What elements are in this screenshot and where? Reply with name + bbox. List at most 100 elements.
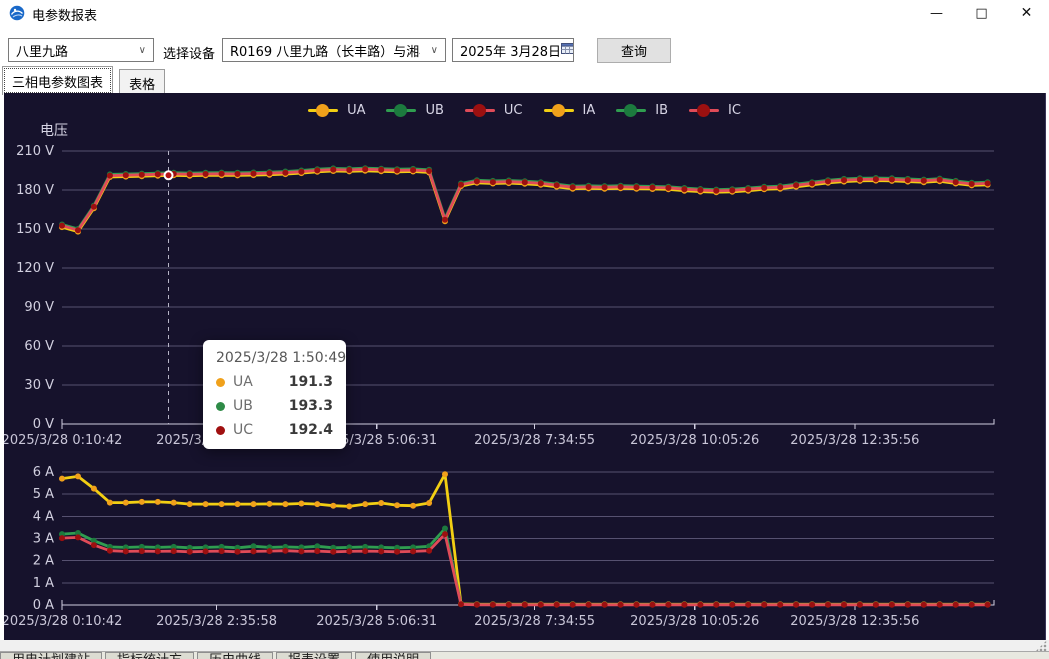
data-point [618, 184, 624, 190]
data-point [171, 500, 177, 506]
minimize-button[interactable]: — [914, 0, 959, 26]
legend-item-UB[interactable]: UB [386, 103, 443, 118]
device-select[interactable]: R0169 八里九路（长丰路）与湘桂线交 ∨ [222, 38, 446, 62]
y-tick-label: 30 V [24, 378, 54, 393]
data-point [474, 602, 480, 608]
data-point [155, 171, 161, 177]
data-point [219, 548, 225, 554]
data-point [953, 602, 959, 608]
legend-dot-icon [316, 104, 329, 117]
data-point [123, 172, 129, 178]
chevron-down-icon: ∨ [425, 45, 438, 56]
legend-item-IC[interactable]: IC [689, 103, 741, 118]
data-point [442, 531, 448, 537]
data-point [426, 548, 432, 554]
query-button[interactable]: 查询 [597, 38, 671, 63]
data-point [586, 184, 592, 190]
data-point [602, 602, 608, 608]
tooltip-timestamp: 2025/3/28 1:50:49 [216, 350, 333, 366]
data-point [123, 548, 129, 554]
station-select[interactable]: 八里九路 ∨ [8, 38, 154, 62]
legend-label: IB [655, 103, 668, 118]
data-point [91, 204, 97, 210]
data-point [298, 169, 304, 175]
chart-tooltip: 2025/3/28 1:50:49 UA191.3UB193.3UC192.4 [203, 340, 346, 449]
data-point [713, 188, 719, 194]
app-window: { "window": { "title": "电参数报表", "control… [0, 0, 1049, 658]
tab-table[interactable]: 表格 [119, 69, 165, 96]
y-tick-label: 120 V [16, 261, 54, 276]
data-point [953, 179, 959, 185]
data-point [410, 548, 416, 554]
y-tick-label: 5 A [33, 487, 54, 502]
y-tick-label: 210 V [16, 144, 54, 159]
window-controls: — □ ✕ [914, 0, 1049, 26]
legend-dot-icon [394, 104, 407, 117]
tooltip-series-label: UA [233, 374, 253, 390]
data-point [777, 602, 783, 608]
toolbar: 八里九路 ∨ 选择设备 R0169 八里九路（长丰路）与湘桂线交 ∨ 2025年… [0, 38, 1049, 66]
data-point [650, 185, 656, 191]
data-point [378, 500, 384, 506]
y-tick-label: 150 V [16, 222, 54, 237]
charts-svg[interactable]: 0 V30 V60 V90 V120 V150 V180 V210 V2025/… [4, 93, 1045, 640]
series-line-IB [62, 529, 988, 605]
tooltip-series-value: 193.3 [289, 398, 333, 414]
data-point [314, 548, 320, 554]
maximize-button[interactable]: □ [959, 0, 1004, 26]
app-icon [9, 5, 25, 25]
data-point [825, 178, 831, 184]
data-point [267, 501, 273, 507]
data-point [889, 602, 895, 608]
y-tick-label: 90 V [24, 300, 54, 315]
data-point [761, 185, 767, 191]
legend-marker-icon [544, 109, 574, 112]
tab-three-phase-chart[interactable]: 三相电参数图表 [2, 66, 113, 95]
data-point [793, 602, 799, 608]
legend-item-UA[interactable]: UA [308, 103, 365, 118]
data-point [937, 602, 943, 608]
data-point [841, 177, 847, 183]
data-point [761, 602, 767, 608]
data-point [394, 502, 400, 508]
legend-marker-icon [386, 109, 416, 112]
data-point [235, 171, 241, 177]
data-point [538, 602, 544, 608]
date-picker-value: 2025年 3月28日 [460, 41, 561, 60]
data-point [346, 167, 352, 173]
data-point [490, 602, 496, 608]
data-point [426, 168, 432, 174]
legend-item-IB[interactable]: IB [616, 103, 668, 118]
data-point [554, 182, 560, 188]
data-point [985, 180, 991, 186]
data-point [346, 548, 352, 554]
data-point [314, 167, 320, 173]
data-point [203, 548, 209, 554]
legend-item-IA[interactable]: IA [544, 103, 596, 118]
data-point [841, 602, 847, 608]
legend-item-UC[interactable]: UC [465, 103, 523, 118]
data-point [873, 176, 879, 182]
y-tick-label: 60 V [24, 339, 54, 354]
calendar-icon [561, 42, 574, 58]
data-point [107, 173, 113, 179]
x-tick-label: 2025/3/28 7:34:55 [474, 614, 595, 629]
x-tick-label: 2025/3/28 12:35:56 [790, 614, 919, 629]
y-tick-label: 3 A [33, 532, 54, 547]
data-point [203, 501, 209, 507]
data-point [346, 503, 352, 509]
x-tick-label: 2025/3/28 2:35:58 [156, 614, 277, 629]
y-tick-label: 1 A [33, 576, 54, 591]
data-point [474, 178, 480, 184]
data-point [937, 177, 943, 183]
data-point [282, 170, 288, 176]
data-point [187, 549, 193, 555]
data-point [107, 548, 113, 554]
data-point [442, 526, 448, 532]
chevron-down-icon: ∨ [133, 45, 146, 56]
data-point [538, 180, 544, 186]
date-picker[interactable]: 2025年 3月28日 ▼ [452, 38, 574, 62]
data-point [969, 602, 975, 608]
data-point [282, 501, 288, 507]
close-button[interactable]: ✕ [1004, 0, 1049, 26]
